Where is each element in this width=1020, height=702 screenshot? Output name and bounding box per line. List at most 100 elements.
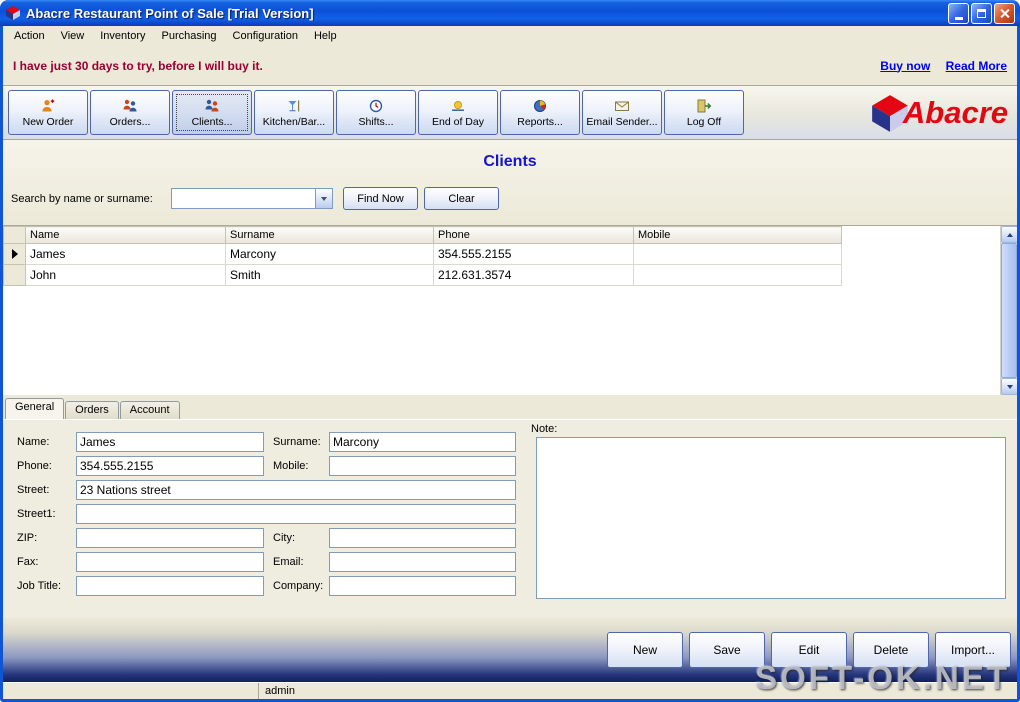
find-now-button[interactable]: Find Now: [343, 187, 418, 210]
fax-field[interactable]: [76, 552, 264, 572]
row-indicator-cell: [3, 243, 26, 265]
menu-help[interactable]: Help: [306, 27, 345, 45]
minimize-button[interactable]: [948, 2, 969, 24]
menu-view[interactable]: View: [53, 27, 93, 45]
tab-general[interactable]: General: [5, 398, 65, 419]
column-header-phone[interactable]: Phone: [433, 226, 634, 244]
buy-now-link[interactable]: Buy now: [880, 59, 930, 73]
arrow-up-icon: [1006, 232, 1013, 237]
cell-phone[interactable]: 354.555.2155: [433, 243, 634, 265]
surname-label: Surname:: [273, 436, 321, 448]
menu-action[interactable]: Action: [6, 27, 53, 45]
kitchen-bar-button[interactable]: Kitchen/Bar...: [254, 90, 334, 135]
toolbar-button-label: New Order: [22, 115, 74, 128]
shifts-icon: [369, 99, 383, 112]
save-button[interactable]: Save: [689, 632, 765, 668]
column-header-name[interactable]: Name: [25, 226, 226, 244]
new-order-button[interactable]: New Order: [8, 90, 88, 135]
clients-table: Name Surname Phone Mobile James Marcony …: [3, 226, 842, 286]
cell-name[interactable]: John: [25, 264, 226, 286]
vertical-scrollbar[interactable]: [1000, 226, 1017, 395]
trial-bar: I have just 30 days to try, before I wil…: [3, 46, 1017, 86]
import-button[interactable]: Import...: [935, 632, 1011, 668]
toolbar-button-label: Shifts...: [358, 115, 394, 128]
tab-orders[interactable]: Orders: [65, 401, 119, 419]
page-title: Clients: [483, 153, 537, 170]
email-sender-button[interactable]: Email Sender...: [582, 90, 662, 135]
status-user: admin: [265, 685, 295, 697]
street1-field[interactable]: [76, 504, 516, 524]
column-header-surname[interactable]: Surname: [225, 226, 434, 244]
phone-label: Phone:: [17, 460, 52, 472]
current-row-indicator-icon: [11, 249, 18, 259]
note-field[interactable]: [536, 437, 1006, 599]
street-field[interactable]: [76, 480, 516, 500]
scrollbar-thumb[interactable]: [1001, 243, 1017, 378]
chevron-down-icon: [321, 196, 327, 201]
table-row[interactable]: John Smith 212.631.3574: [3, 264, 842, 286]
new-button[interactable]: New: [607, 632, 683, 668]
street-label: Street:: [17, 484, 50, 496]
orders-button[interactable]: Orders...: [90, 90, 170, 135]
clear-button[interactable]: Clear: [424, 187, 499, 210]
cell-surname[interactable]: Marcony: [225, 243, 434, 265]
client-area: Action View Inventory Purchasing Configu…: [3, 26, 1017, 699]
abacre-logo: Abacre: [869, 92, 1012, 134]
fax-label: Fax:: [17, 556, 39, 568]
cell-phone[interactable]: 212.631.3574: [433, 264, 634, 286]
zip-field[interactable]: [76, 528, 264, 548]
toolbar-button-label: Kitchen/Bar...: [262, 115, 326, 128]
edit-button[interactable]: Edit: [771, 632, 847, 668]
job-title-field[interactable]: [76, 576, 264, 596]
search-combobox[interactable]: [171, 188, 333, 209]
log-off-button[interactable]: Log Off: [664, 90, 744, 135]
trial-links: Buy now Read More: [868, 59, 1007, 73]
name-label: Name:: [17, 436, 50, 448]
tab-account[interactable]: Account: [119, 401, 180, 419]
surname-field[interactable]: [329, 432, 516, 452]
kitchen-bar-icon: [288, 100, 300, 111]
delete-button[interactable]: Delete: [853, 632, 929, 668]
maximize-button[interactable]: [971, 2, 992, 24]
titlebar[interactable]: Abacre Restaurant Point of Sale [Trial V…: [0, 0, 1020, 26]
orders-icon: [123, 99, 137, 111]
scroll-up-button[interactable]: [1001, 226, 1017, 243]
name-field[interactable]: [76, 432, 264, 452]
clients-button[interactable]: Clients...: [172, 90, 252, 135]
combo-dropdown-button[interactable]: [315, 189, 332, 208]
page-header: Clients Search by name or surname: Find …: [3, 140, 1017, 225]
end-of-day-icon: [452, 100, 464, 111]
log-off-icon: [697, 99, 712, 112]
menu-inventory[interactable]: Inventory: [92, 27, 153, 45]
main-toolbar: New Order Orders... Clients... Kitchen/B…: [3, 86, 1017, 140]
close-icon: [999, 8, 1010, 19]
menu-purchasing[interactable]: Purchasing: [153, 27, 224, 45]
mobile-field[interactable]: [329, 456, 516, 476]
cell-surname[interactable]: Smith: [225, 264, 434, 286]
reports-button[interactable]: Reports...: [500, 90, 580, 135]
cell-mobile[interactable]: [633, 243, 842, 265]
table-row[interactable]: James Marcony 354.555.2155: [3, 243, 842, 265]
cell-mobile[interactable]: [633, 264, 842, 286]
search-input[interactable]: [172, 189, 315, 208]
end-of-day-button[interactable]: End of Day: [418, 90, 498, 135]
minimize-icon: [954, 16, 963, 20]
reports-icon: [534, 99, 546, 112]
window-title: Abacre Restaurant Point of Sale [Trial V…: [26, 5, 314, 21]
column-header-mobile[interactable]: Mobile: [633, 226, 842, 244]
street1-label: Street1:: [17, 508, 56, 520]
toolbar-button-label: Email Sender...: [586, 115, 658, 128]
cell-name[interactable]: James: [25, 243, 226, 265]
email-field[interactable]: [329, 552, 516, 572]
status-bar: admin: [3, 682, 1017, 699]
shifts-button[interactable]: Shifts...: [336, 90, 416, 135]
phone-field[interactable]: [76, 456, 264, 476]
scroll-down-button[interactable]: [1001, 378, 1017, 395]
close-button[interactable]: [994, 2, 1015, 24]
city-field[interactable]: [329, 528, 516, 548]
read-more-link[interactable]: Read More: [946, 59, 1007, 73]
new-order-icon: [42, 99, 55, 111]
menu-configuration[interactable]: Configuration: [225, 27, 306, 45]
app-window: Abacre Restaurant Point of Sale [Trial V…: [0, 0, 1020, 702]
company-field[interactable]: [329, 576, 516, 596]
